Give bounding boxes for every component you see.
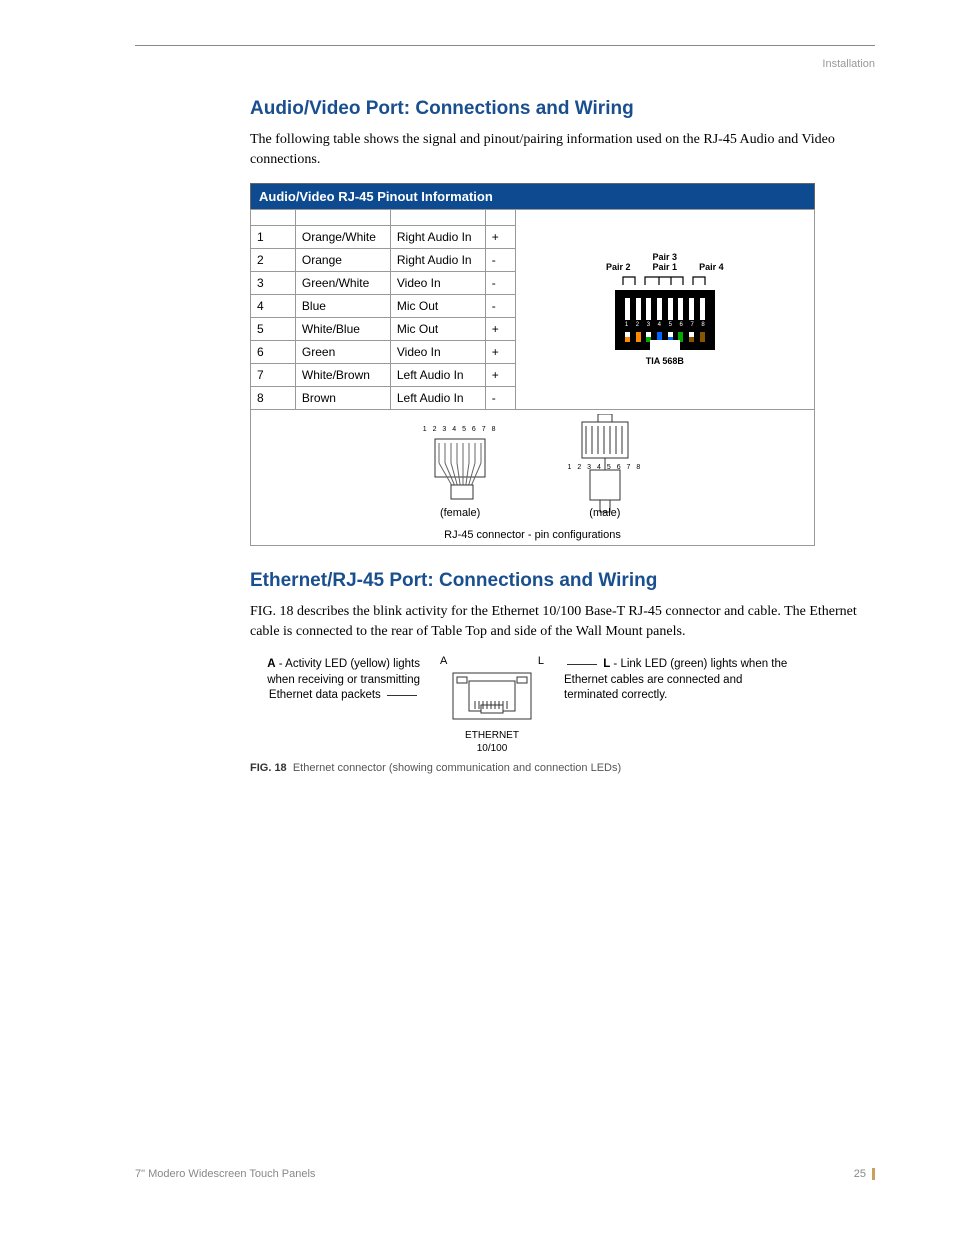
figure-caption: FIG. 18 Ethernet connector (showing comm… <box>250 762 875 774</box>
ethernet-port-icon: A L ETHERNET <box>432 655 552 754</box>
rj45-female-icon: 1 2 3 4 5 6 7 8 <box>423 426 498 519</box>
page-footer: 7" Modero Widescreen Touch Panels 25 <box>135 1168 875 1180</box>
pair3-label: Pair 3 <box>606 252 724 262</box>
section1-intro: The following table shows the signal and… <box>250 130 875 169</box>
ethernet-figure: A - Activity LED (yellow) lights when re… <box>250 655 875 754</box>
footer-page-number: 25 <box>854 1168 866 1180</box>
pinout-table: Audio/Video RJ-45 Pinout Information Pai… <box>250 183 815 546</box>
pair4-label: Pair 4 <box>699 262 724 272</box>
rj45-connector-icon: 12345678 <box>615 290 715 350</box>
section2-heading: Ethernet/RJ-45 Port: Connections and Wir… <box>250 570 875 592</box>
header-section-label: Installation <box>135 58 875 70</box>
led-a-description: A - Activity LED (yellow) lights when re… <box>250 655 420 704</box>
pinout-table-title: Audio/Video RJ-45 Pinout Information <box>251 184 815 210</box>
pair2-label: Pair 2 <box>606 262 631 272</box>
connector-diagram-cell: 1 2 3 4 5 6 7 8 <box>251 410 815 546</box>
rj45-male-icon: 1 2 3 4 5 6 7 8 (male) <box>568 414 643 519</box>
tia-diagram-cell: Pair 3 Pair 2 Pair 1 Pair 4 <box>515 210 814 410</box>
pair-brackets-icon <box>615 273 715 287</box>
section2-intro: FIG. 18 describes the blink activity for… <box>250 602 875 641</box>
pair1-label: Pair 1 <box>653 262 678 272</box>
connector-caption: RJ-45 connector - pin configurations <box>257 529 808 541</box>
footer-doc-title: 7" Modero Widescreen Touch Panels <box>135 1168 315 1180</box>
tia-standard-label: TIA 568B <box>606 356 724 366</box>
led-l-description: L - Link LED (green) lights when the Eth… <box>564 655 794 704</box>
section1-heading: Audio/Video Port: Connections and Wiring <box>250 98 875 120</box>
